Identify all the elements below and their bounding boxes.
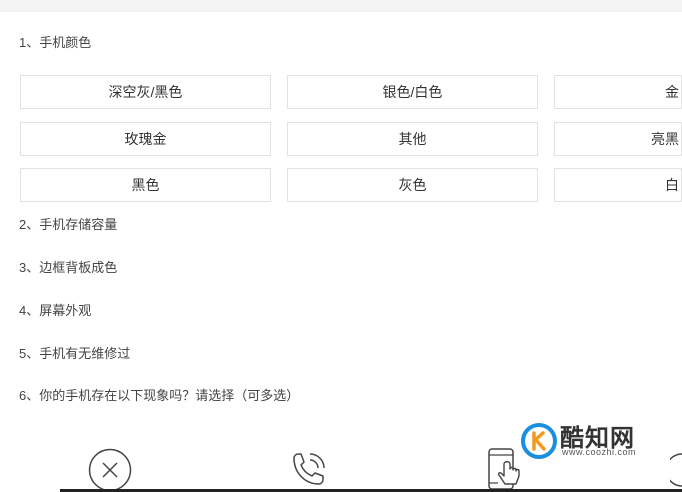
top-bar: [0, 0, 682, 12]
option-rose-gold[interactable]: 玫瑰金: [20, 122, 271, 156]
watermark-url: www.coozhi.com: [562, 447, 637, 457]
question-frame-condition[interactable]: 3、边框背板成色: [19, 260, 117, 276]
question-issues[interactable]: 6、你的手机存在以下现象吗？请选择（可多选）: [19, 388, 299, 404]
option-gray[interactable]: 灰色: [287, 168, 538, 202]
question-storage[interactable]: 2、手机存储容量: [19, 217, 117, 233]
option-silver-white[interactable]: 银色/白色: [287, 75, 538, 109]
option-other[interactable]: 其他: [287, 122, 538, 156]
question-repair[interactable]: 5、手机有无维修过: [19, 346, 130, 362]
partial-icon[interactable]: [670, 452, 682, 488]
option-jet-black[interactable]: 亮黑: [554, 122, 682, 156]
option-gold[interactable]: 金: [554, 75, 682, 109]
question-screen[interactable]: 4、屏幕外观: [19, 303, 91, 319]
phone-call-icon[interactable]: [288, 450, 328, 490]
option-space-gray-black[interactable]: 深空灰/黑色: [20, 75, 271, 109]
watermark-logo: 酷知网 www.coozhi.com: [520, 420, 670, 460]
option-white[interactable]: 白: [554, 168, 682, 202]
option-black[interactable]: 黑色: [20, 168, 271, 202]
close-circle-icon[interactable]: [88, 448, 132, 492]
question-phone-color: 1、手机颜色: [19, 35, 92, 50]
coozhi-logo-icon: [521, 423, 557, 459]
